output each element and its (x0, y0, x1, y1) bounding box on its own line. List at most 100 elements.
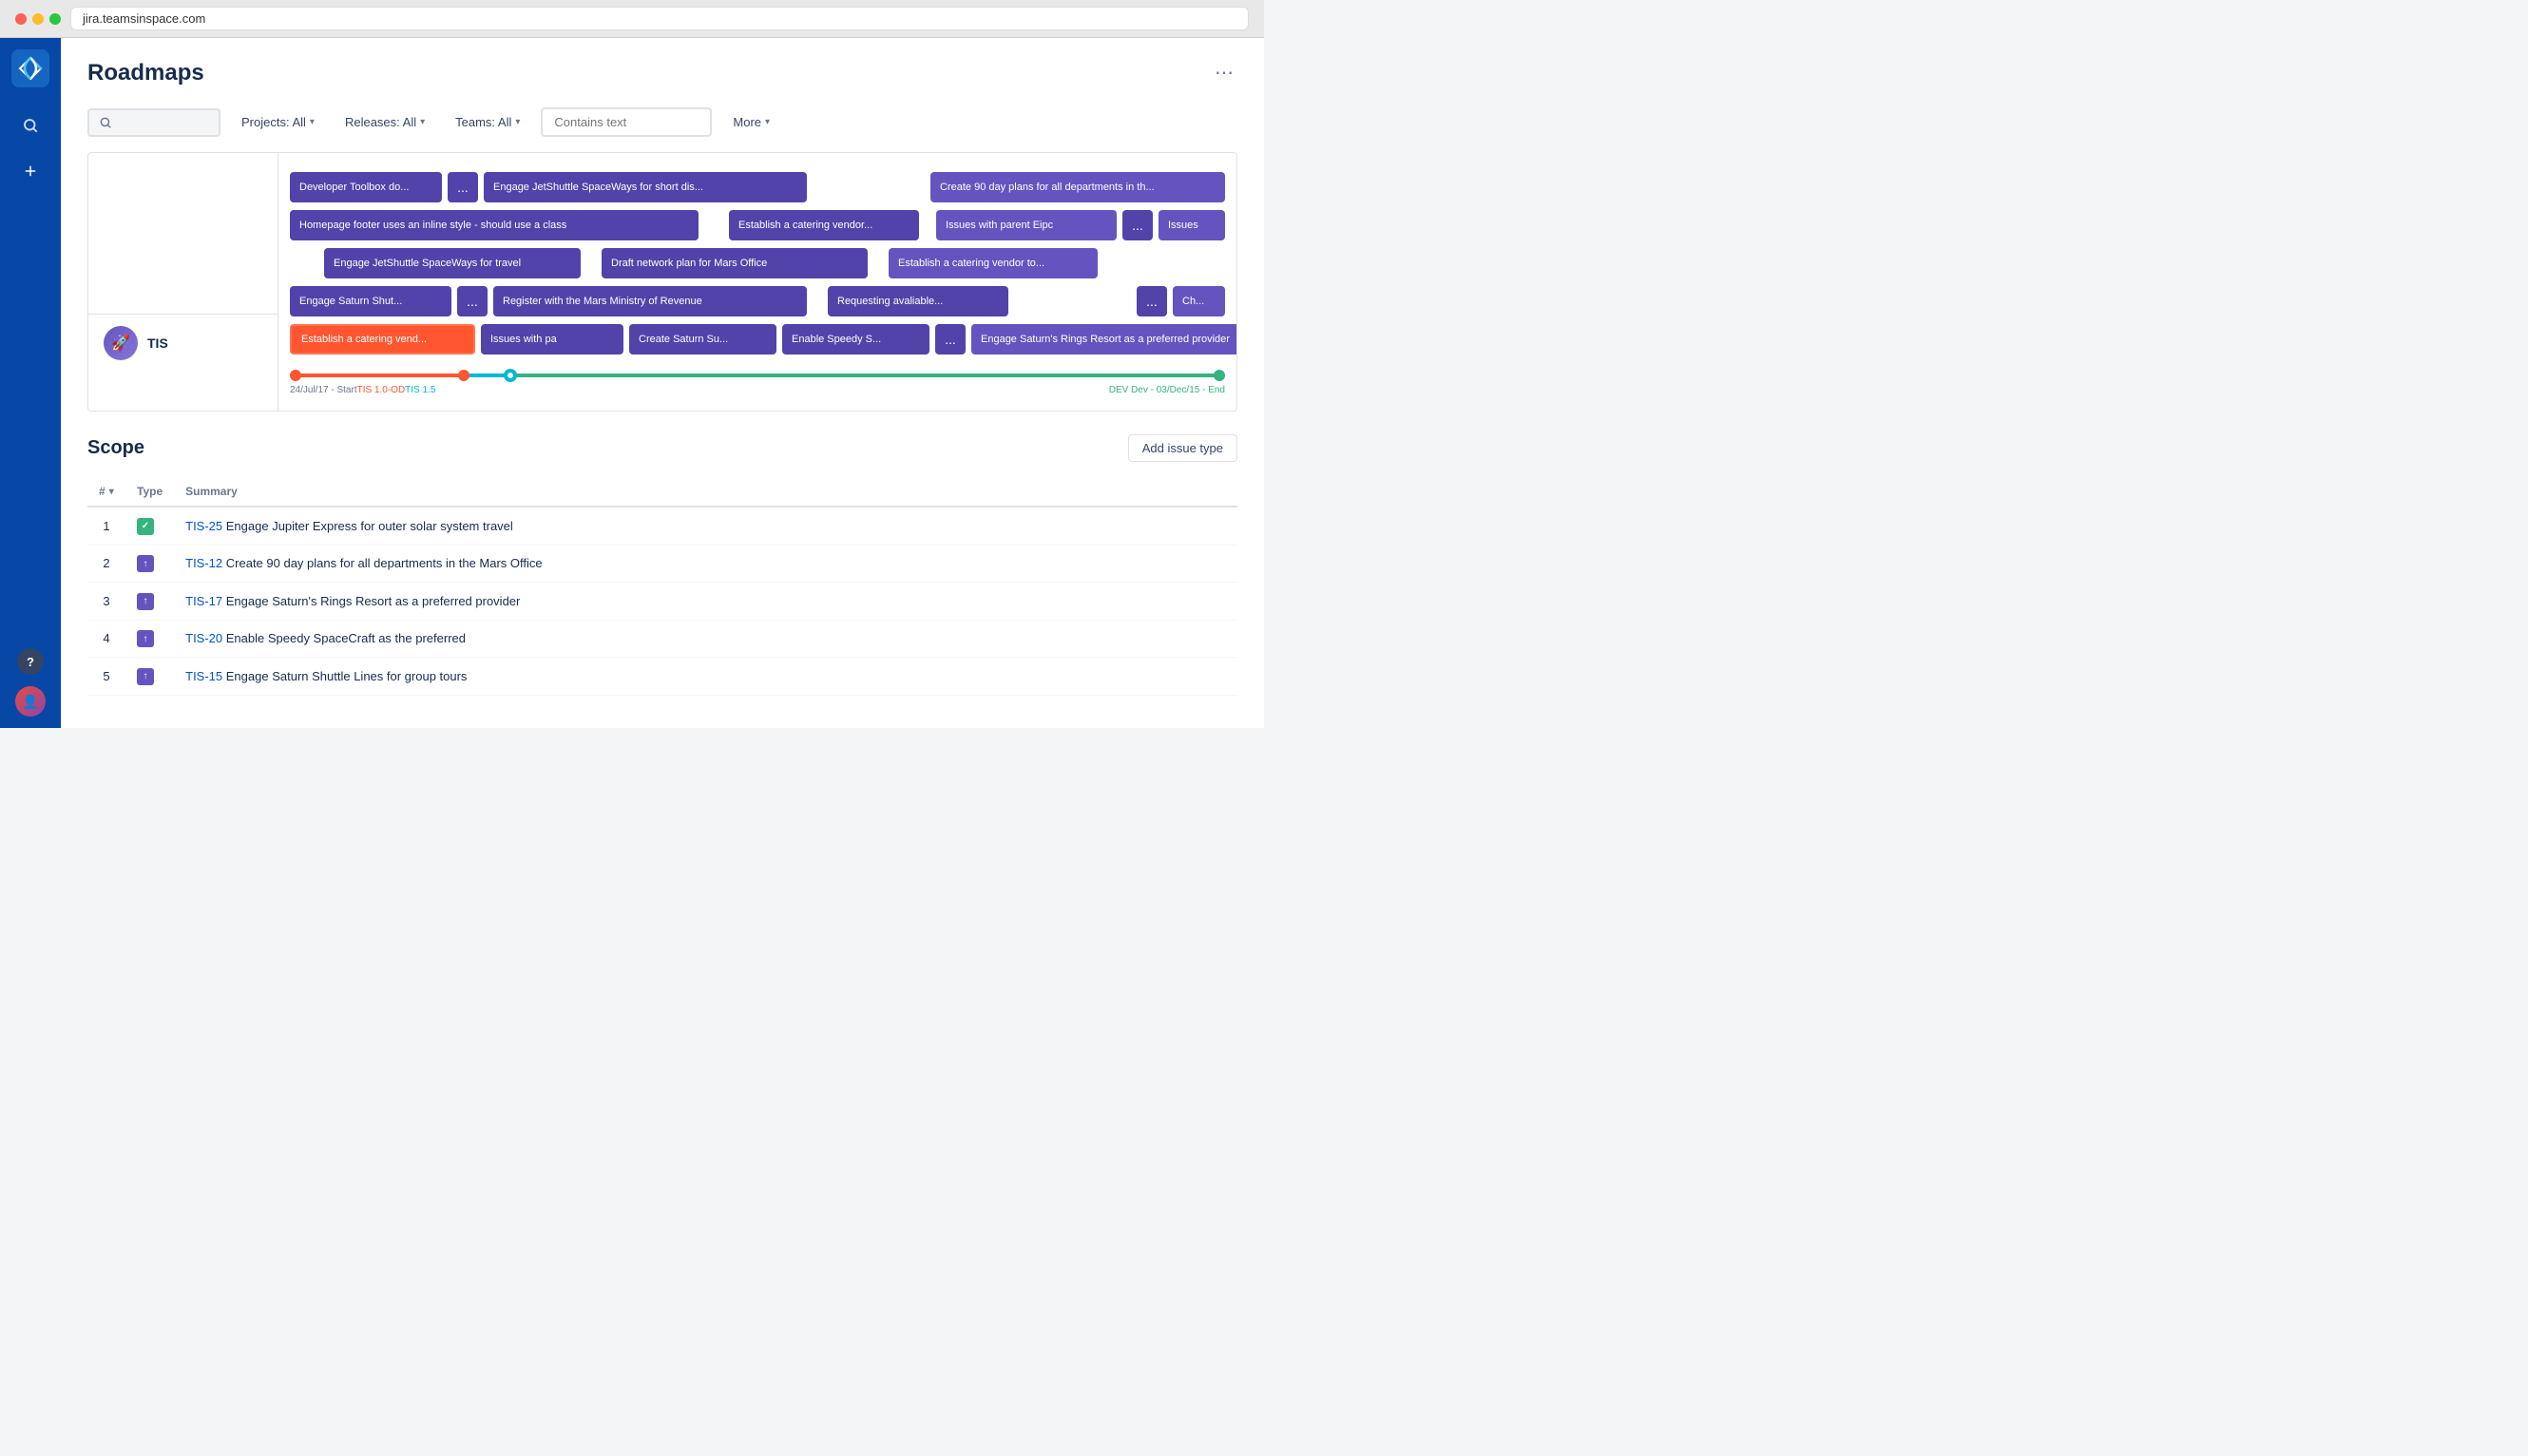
maximize-button[interactable] (49, 13, 61, 25)
project-row[interactable]: 🚀 TIS (88, 315, 278, 372)
bar-row-4: Engage Saturn Shut... ... Register with … (290, 286, 1225, 316)
table-row[interactable]: 4 ↑ TIS-20 Enable Speedy SpaceCraft as t… (87, 620, 1237, 658)
more-label: More (733, 115, 761, 129)
issue-summary: Enable Speedy SpaceCraft as the preferre… (226, 631, 466, 645)
bar-engage-jetshuttle-travel[interactable]: Engage JetShuttle SpaceWays for travel (324, 248, 581, 278)
bar-row-5: Establish a catering vend... Issues with… (290, 324, 1225, 354)
timeline-track (278, 362, 1236, 381)
th-num[interactable]: # ▾ (87, 477, 125, 507)
row-num: 2 (87, 545, 125, 583)
projects-label: Projects: All (241, 115, 306, 129)
teams-filter-button[interactable]: Teams: All ▾ (446, 109, 529, 135)
row-type: ✓ (125, 507, 174, 545)
bar-dots-2[interactable]: ... (1122, 210, 1153, 240)
close-button[interactable] (15, 13, 27, 25)
issue-type-icon: ↑ (137, 630, 154, 647)
bar-dots-3[interactable]: ... (457, 286, 488, 316)
bar-establish-catering-vend[interactable]: Establish a catering vend... (290, 324, 475, 354)
bar-engage-saturns-rings[interactable]: Engage Saturn's Rings Resort as a prefer… (971, 324, 1236, 354)
table-row[interactable]: 1 ✓ TIS-25 Engage Jupiter Express for ou… (87, 507, 1237, 545)
bar-homepage-footer[interactable]: Homepage footer uses an inline style - s… (290, 210, 699, 240)
issue-key-link[interactable]: TIS-20 (185, 631, 222, 645)
bar-dots-1[interactable]: ... (448, 172, 478, 202)
issue-type-icon: ✓ (137, 518, 154, 535)
table-row[interactable]: 2 ↑ TIS-12 Create 90 day plans for all d… (87, 545, 1237, 583)
search-box[interactable] (87, 108, 220, 137)
sidebar-create-icon[interactable] (15, 156, 46, 186)
main-content: Roadmaps ⋯ Projects: All ▾ Releases: All… (61, 38, 1264, 728)
timeline-end-dot (1214, 370, 1225, 381)
bar-dots-5[interactable]: ... (935, 324, 966, 354)
bar-create-90day[interactable]: Create 90 day plans for all departments … (930, 172, 1225, 202)
timeline-labels: 24/Jul/17 - Start TIS 1.0-OD TIS 1.5 DEV… (278, 381, 1236, 399)
issue-summary: Engage Jupiter Express for outer solar s… (226, 519, 513, 533)
timeline-od-dot (458, 370, 469, 381)
help-button[interactable]: ? (17, 648, 44, 675)
roadmap-right-panel: Developer Toolbox do... ... Engage JetSh… (278, 153, 1236, 411)
app-logo[interactable] (11, 49, 49, 87)
sidebar: ? 👤 (0, 38, 61, 728)
row-num: 5 (87, 658, 125, 696)
project-avatar: 🚀 (104, 326, 138, 360)
minimize-button[interactable] (32, 13, 44, 25)
user-avatar[interactable]: 👤 (15, 686, 46, 717)
issue-type-icon: ↑ (137, 593, 154, 610)
table-row[interactable]: 5 ↑ TIS-15 Engage Saturn Shuttle Lines f… (87, 658, 1237, 696)
bar-ch[interactable]: Ch... (1173, 286, 1225, 316)
timeline-progress-bar (290, 374, 1225, 377)
row-type: ↑ (125, 583, 174, 621)
more-filter-button[interactable]: More ▾ (723, 109, 779, 135)
issue-key-link[interactable]: TIS-15 (185, 669, 222, 683)
add-issue-type-button[interactable]: Add issue type (1128, 434, 1237, 462)
bar-establish-catering[interactable]: Establish a catering vendor... (729, 210, 919, 240)
scope-header: Scope Add issue type (87, 434, 1237, 462)
sort-arrow-icon: ▾ (109, 487, 114, 497)
page-title: Roadmaps (87, 60, 204, 86)
bar-issues-parent-eipc[interactable]: Issues with parent Eipc (936, 210, 1117, 240)
bar-row-2: Homepage footer uses an inline style - s… (290, 210, 1225, 240)
teams-label: Teams: All (455, 115, 511, 129)
sidebar-search-icon[interactable] (15, 110, 46, 141)
row-type: ↑ (125, 545, 174, 583)
row-summary[interactable]: TIS-25 Engage Jupiter Express for outer … (174, 507, 1237, 545)
bar-issues[interactable]: Issues (1159, 210, 1225, 240)
url-bar[interactable]: jira.teamsinspace.com (70, 7, 1249, 30)
bar-row-1: Developer Toolbox do... ... Engage JetSh… (290, 172, 1225, 202)
issue-key-link[interactable]: TIS-12 (185, 556, 222, 570)
bar-establish-catering-to[interactable]: Establish a catering vendor to... (889, 248, 1098, 278)
contains-text-input[interactable] (541, 107, 712, 137)
row-summary[interactable]: TIS-17 Engage Saturn's Rings Resort as a… (174, 583, 1237, 621)
scope-title: Scope (87, 437, 144, 459)
releases-filter-button[interactable]: Releases: All ▾ (335, 109, 434, 135)
num-sort[interactable]: # ▾ (99, 485, 114, 498)
bar-draft-network-plan[interactable]: Draft network plan for Mars Office (602, 248, 868, 278)
bar-register-mars-ministry[interactable]: Register with the Mars Ministry of Reven… (493, 286, 807, 316)
row-summary[interactable]: TIS-20 Enable Speedy SpaceCraft as the p… (174, 620, 1237, 658)
issue-type-icon: ↑ (137, 668, 154, 685)
bar-engage-jetshuttle-short[interactable]: Engage JetShuttle SpaceWays for short di… (484, 172, 807, 202)
issue-key-link[interactable]: TIS-25 (185, 519, 222, 533)
releases-chevron-icon: ▾ (420, 117, 425, 127)
issue-key-link[interactable]: TIS-17 (185, 594, 222, 608)
row-summary[interactable]: TIS-15 Engage Saturn Shuttle Lines for g… (174, 658, 1237, 696)
row-summary[interactable]: TIS-12 Create 90 day plans for all depar… (174, 545, 1237, 583)
table-row[interactable]: 3 ↑ TIS-17 Engage Saturn's Rings Resort … (87, 583, 1237, 621)
end-label: DEV Dev - 03/Dec/15 - End (1109, 385, 1225, 395)
projects-filter-button[interactable]: Projects: All ▾ (232, 109, 324, 135)
roadmap-inner: 🚀 TIS Developer Toolbox do... ... Engage… (88, 153, 1236, 411)
bar-engage-saturn-shut[interactable]: Engage Saturn Shut... (290, 286, 451, 316)
more-options-button[interactable]: ⋯ (1211, 57, 1237, 88)
bar-create-saturn-su[interactable]: Create Saturn Su... (629, 324, 776, 354)
bar-dots-4[interactable]: ... (1137, 286, 1167, 316)
browser-chrome: jira.teamsinspace.com (0, 0, 1264, 38)
th-type: Type (125, 477, 174, 507)
timeline-15-dot (505, 370, 516, 381)
bar-developer-toolbox[interactable]: Developer Toolbox do... (290, 172, 442, 202)
bar-enable-speedy-s[interactable]: Enable Speedy S... (782, 324, 929, 354)
bar-issues-with-pa[interactable]: Issues with pa (481, 324, 623, 354)
bar-requesting-available[interactable]: Requesting avaliable... (828, 286, 1008, 316)
th-summary: Summary (174, 477, 1237, 507)
timeline-bars: Developer Toolbox do... ... Engage JetSh… (278, 164, 1236, 362)
traffic-lights (15, 13, 61, 25)
timeline-start-dot (290, 370, 301, 381)
